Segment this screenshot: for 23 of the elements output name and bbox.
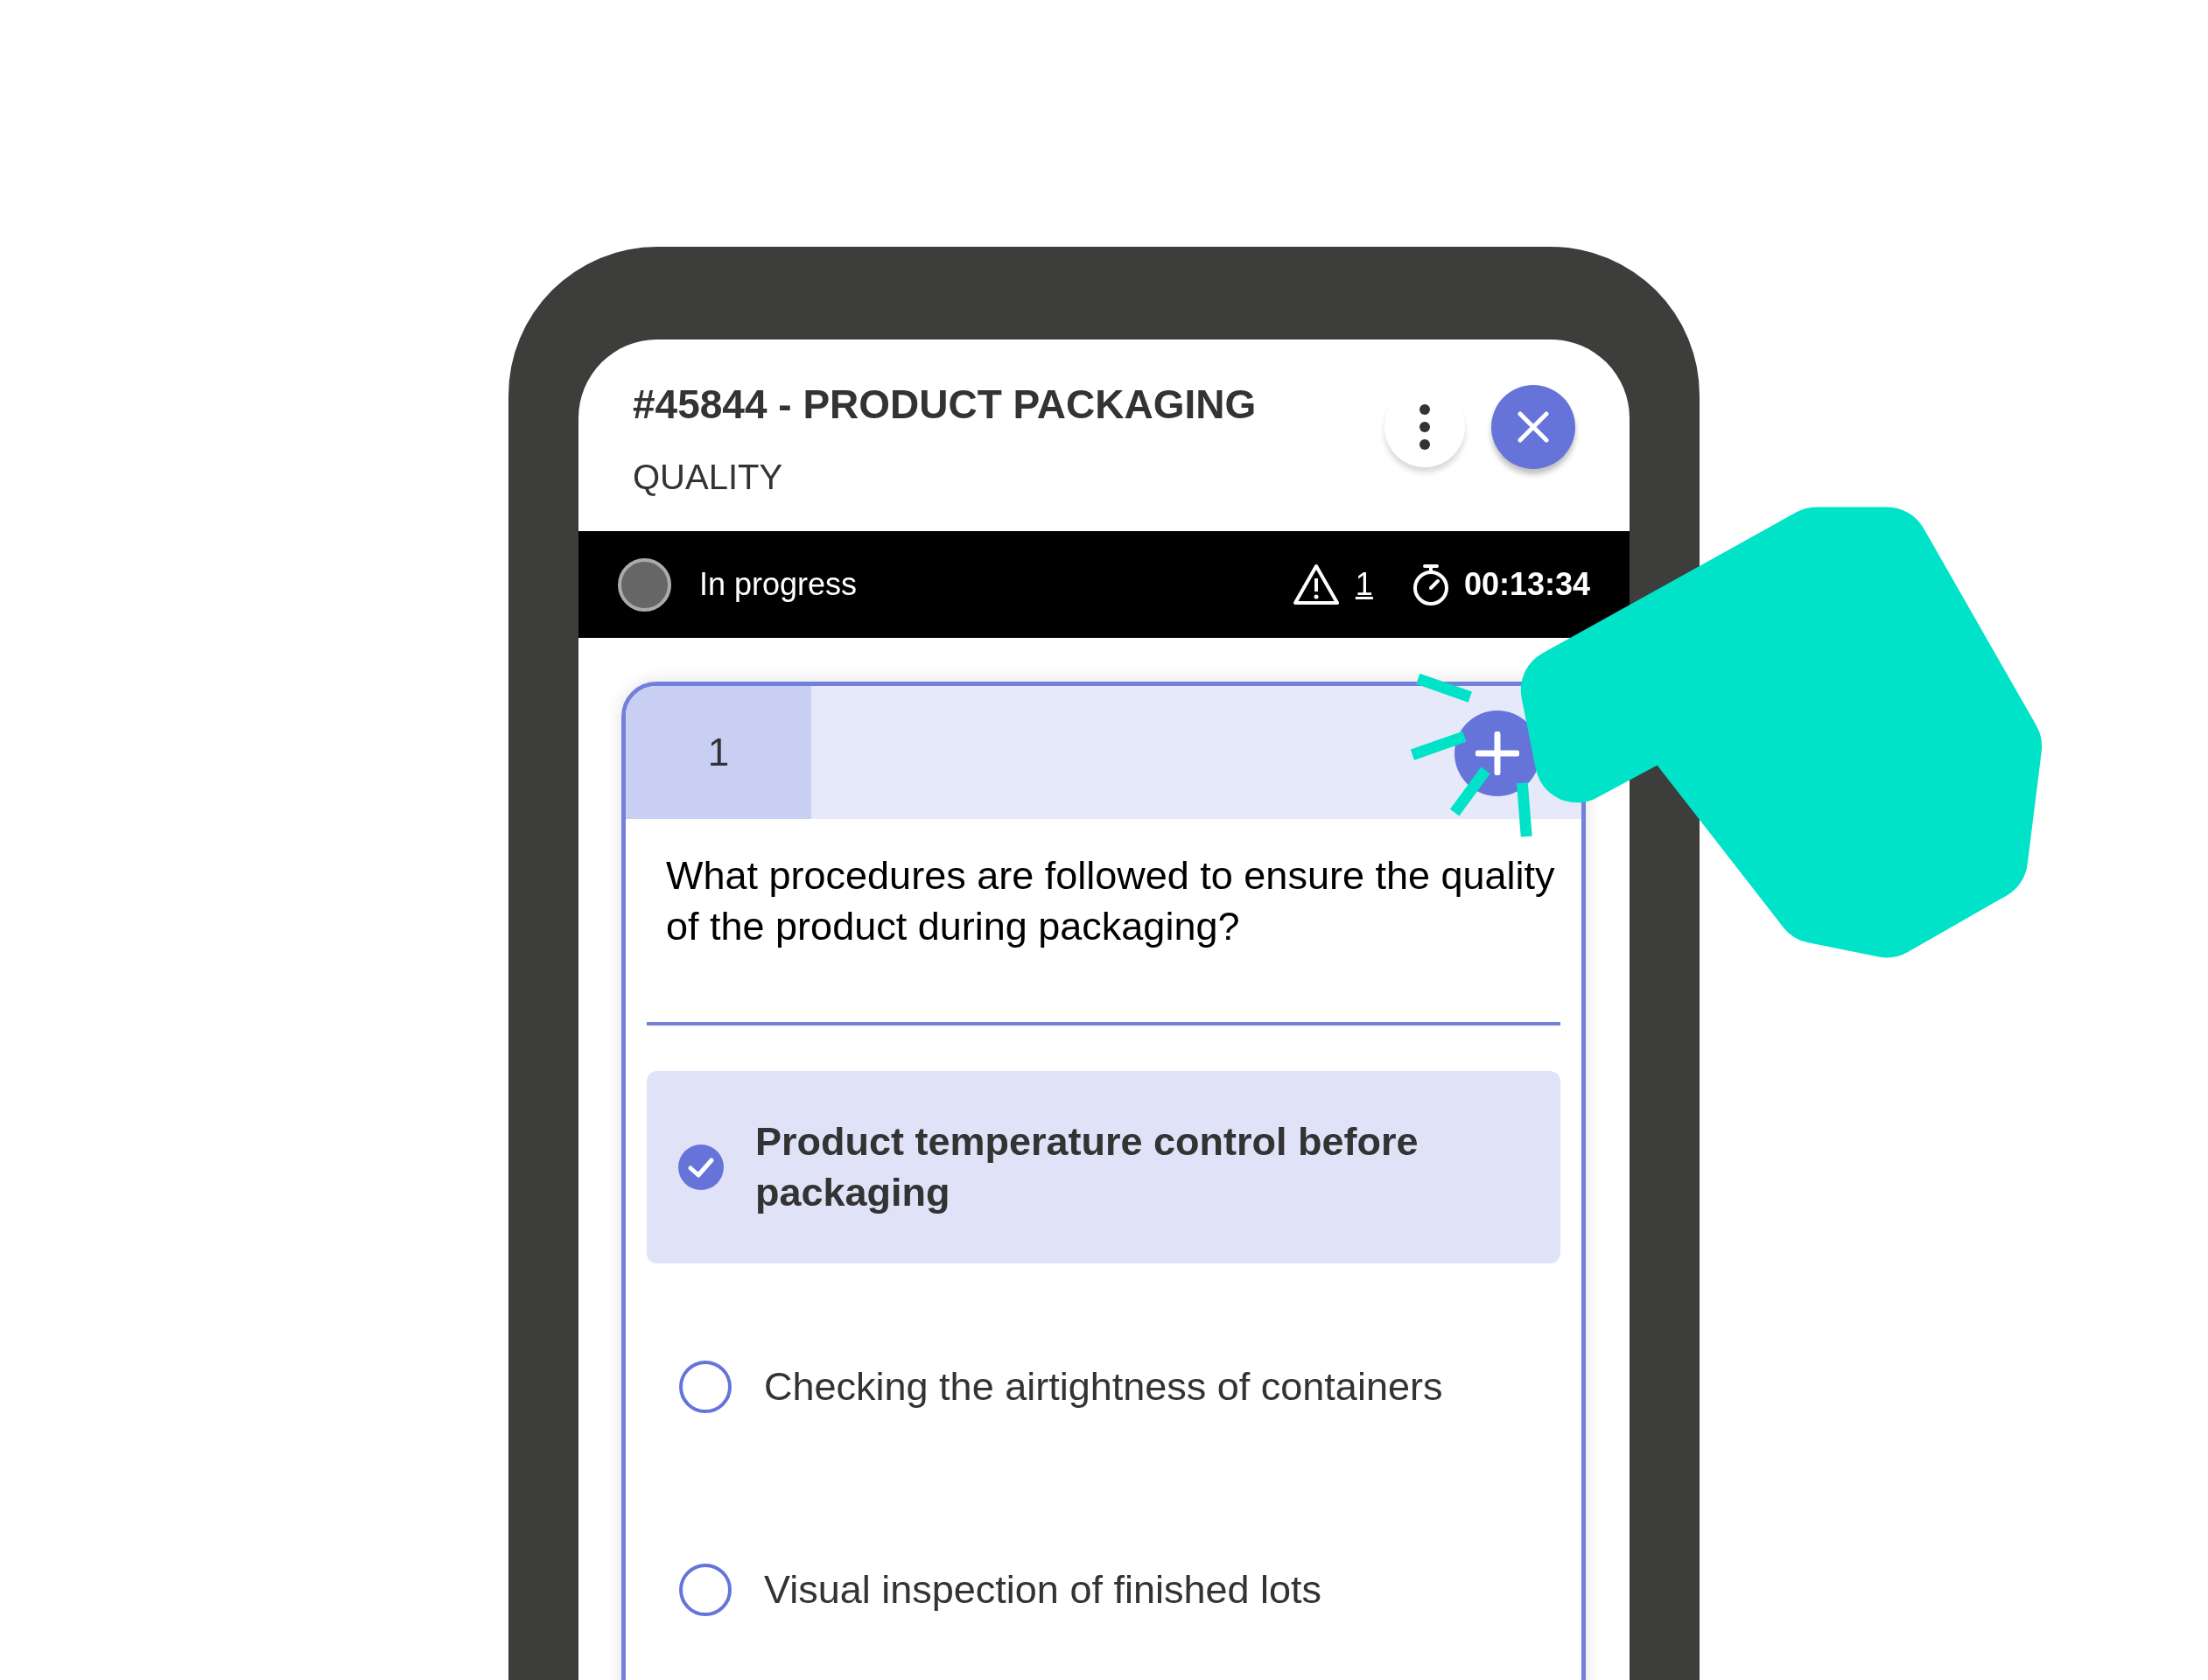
answer-option[interactable]: Checking the airtightness of containers [647, 1325, 1560, 1449]
close-button[interactable] [1491, 385, 1575, 469]
option-label: Visual inspection of finished lots [764, 1566, 1322, 1614]
job-title: #45844 - PRODUCT PACKAGING [633, 381, 1257, 429]
status-label: In progress [699, 565, 858, 604]
radio-unchecked-icon [678, 1563, 732, 1617]
elapsed-timer: 00:13:34 [1463, 565, 1590, 604]
plus-icon [1476, 732, 1519, 775]
option-label: Checking the airtightness of containers [764, 1363, 1443, 1410]
radio-checked-icon [678, 1144, 724, 1190]
answer-option[interactable]: Product temperature control before packaging [647, 1071, 1560, 1264]
option-label: Product temperature control before packaging [755, 1118, 1419, 1216]
warning-icon [1292, 564, 1340, 606]
stopwatch-icon [1411, 563, 1450, 606]
job-category: QUALITY [633, 457, 784, 498]
warning-count: 1 [1355, 565, 1373, 604]
close-icon [1518, 411, 1549, 443]
radio-unchecked-icon [678, 1360, 732, 1414]
more-options-button[interactable] [1384, 387, 1465, 467]
question-text: What procedures are followed to ensure the quality of the product during packaging? [665, 852, 1556, 950]
kebab-menu-icon [1419, 403, 1431, 451]
question-number: 1 [626, 686, 811, 819]
answer-option[interactable]: Visual inspection of finished lots [647, 1528, 1560, 1652]
